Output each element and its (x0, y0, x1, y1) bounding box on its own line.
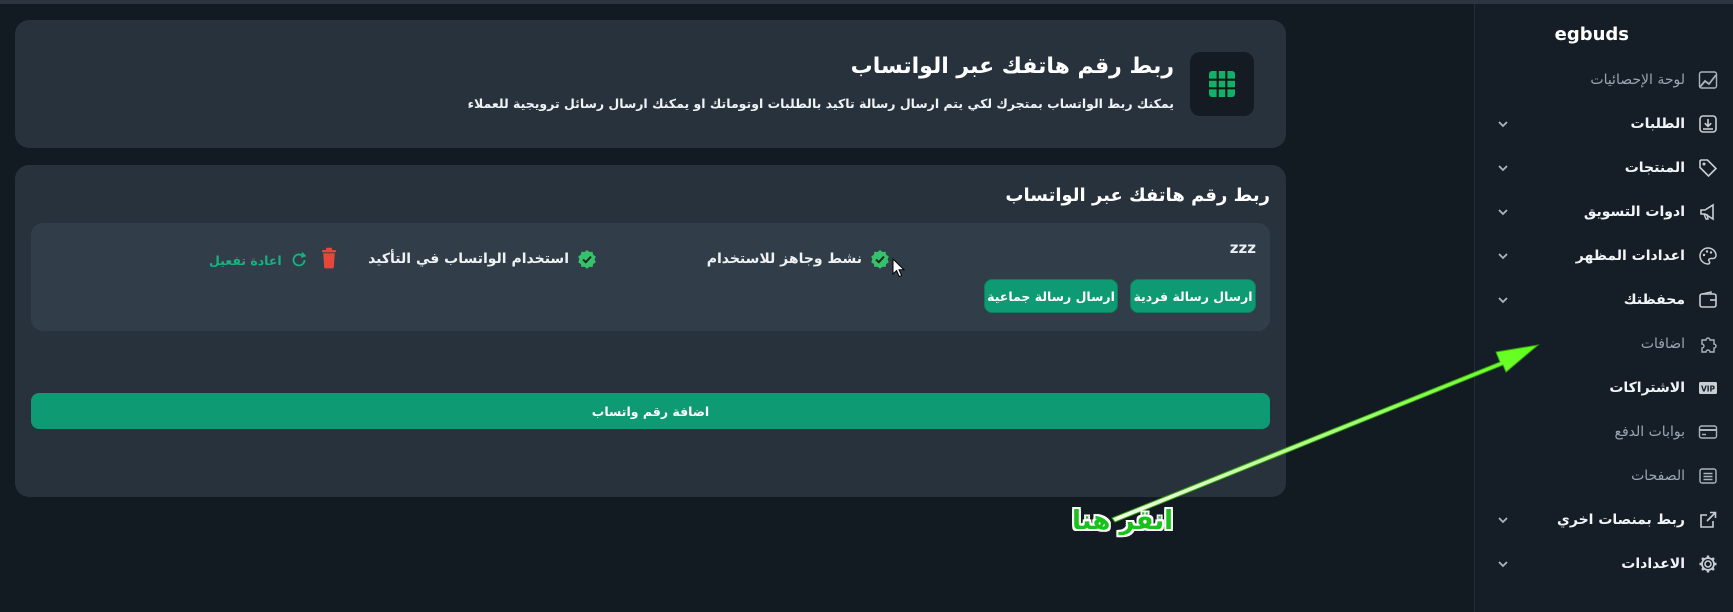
sidebar-item-label: الاعدادات (1621, 556, 1685, 572)
megaphone-icon (1697, 201, 1719, 223)
chevron-down-icon[interactable] (1493, 158, 1513, 178)
send-bulk-message-button[interactable]: ارسال رسالة جماعية (984, 279, 1118, 313)
puzzle-icon (1697, 333, 1719, 355)
mouse-cursor-icon (892, 258, 906, 278)
status-active-label: نشط وجاهز للاستخدام (706, 251, 862, 267)
sidebar-item-label: ادوات التسويق (1583, 204, 1685, 220)
sidebar-item-label: اعدادات المظهر (1575, 248, 1685, 264)
verified-check-icon (871, 250, 889, 269)
page-subtitle: يمكنك ربط الواتساب بمتجرك لكي يتم ارسال … (467, 96, 1174, 111)
whatsapp-account-row: zzz نشط وجاهز للاستخدام استخدام الواتساب… (31, 223, 1270, 331)
chevron-down-icon[interactable] (1493, 114, 1513, 134)
reactivate-label: اعادة تفعيل (209, 252, 282, 268)
sidebar-item-label: ربط بمنصات اخري (1557, 512, 1685, 528)
page-title: ربط رقم هاتفك عبر الواتساب (850, 54, 1174, 79)
sidebar-item[interactable]: ربط بمنصات اخري (1475, 498, 1733, 542)
sidebar-item[interactable]: الصفحات (1475, 454, 1733, 498)
whatsapp-accounts-card: ربط رقم هاتفك عبر الواتساب zzz نشط وجاهز… (15, 165, 1286, 497)
tag-icon (1697, 157, 1719, 179)
sidebar: egbuds لوحة الإحصائيات الطلبات المنتجات ادو… (1474, 4, 1733, 612)
svg-text:VIP: VIP (1701, 385, 1716, 394)
whatsapp-hero-card: ربط رقم هاتفك عبر الواتساب يمكنك ربط الو… (15, 20, 1286, 148)
verified-check-icon (578, 250, 596, 269)
brand-name: egbuds (1554, 24, 1629, 45)
sidebar-item[interactable]: لوحة الإحصائيات (1475, 58, 1733, 102)
chevron-down-icon[interactable] (1493, 554, 1513, 574)
chart-icon (1697, 69, 1719, 91)
status-confirm: استخدام الواتساب في التأكيد (368, 249, 597, 269)
palette-icon (1697, 245, 1719, 267)
vip-icon: VIP (1697, 377, 1719, 399)
reactivate-button[interactable]: اعادة تفعيل (209, 251, 308, 269)
account-name: zzz (1229, 239, 1256, 257)
sidebar-item[interactable]: محفظتك (1475, 278, 1733, 322)
wallet-icon (1697, 289, 1719, 311)
sidebar-item-label: الصفحات (1631, 468, 1685, 484)
sidebar-item-label: الطلبات (1630, 116, 1685, 132)
sidebar-item-label: الاشتراكات (1609, 380, 1685, 396)
sidebar-item[interactable]: الاعدادات (1475, 542, 1733, 586)
credit-card-icon (1697, 421, 1719, 443)
send-single-message-button[interactable]: ارسال رسالة فردية (1130, 279, 1256, 313)
external-link-icon (1697, 509, 1719, 531)
sidebar-item[interactable]: اعدادات المظهر (1475, 234, 1733, 278)
click-here-annotation: انقر هنا (1072, 506, 1174, 536)
sidebar-item[interactable]: VIP الاشتراكات (1475, 366, 1733, 410)
gear-icon (1697, 553, 1719, 575)
sidebar-item-label: لوحة الإحصائيات (1590, 72, 1685, 88)
sidebar-item-label: اضافات (1640, 336, 1685, 352)
sidebar-item[interactable]: ادوات التسويق (1475, 190, 1733, 234)
sidebar-item[interactable]: بوابات الدفع (1475, 410, 1733, 454)
chevron-down-icon[interactable] (1493, 290, 1513, 310)
trash-icon[interactable] (319, 247, 339, 269)
status-confirm-label: استخدام الواتساب في التأكيد (368, 251, 569, 267)
grid-icon (1190, 52, 1254, 116)
sidebar-item-label: المنتجات (1624, 160, 1685, 176)
chevron-down-icon[interactable] (1493, 202, 1513, 222)
chevron-down-icon[interactable] (1493, 510, 1513, 530)
sidebar-item-label: بوابات الدفع (1614, 424, 1685, 440)
sidebar-item-label: محفظتك (1623, 292, 1685, 308)
download-box-icon (1697, 113, 1719, 135)
sidebar-item[interactable]: الطلبات (1475, 102, 1733, 146)
section-title: ربط رقم هاتفك عبر الواتساب (1005, 185, 1270, 206)
refresh-icon (292, 252, 307, 267)
sidebar-item[interactable]: المنتجات (1475, 146, 1733, 190)
list-icon (1697, 465, 1719, 487)
add-whatsapp-number-button[interactable]: اضافة رقم واتساب (31, 393, 1270, 429)
sidebar-item[interactable]: اضافات (1475, 322, 1733, 366)
chevron-down-icon[interactable] (1493, 246, 1513, 266)
status-active: نشط وجاهز للاستخدام (707, 249, 890, 269)
